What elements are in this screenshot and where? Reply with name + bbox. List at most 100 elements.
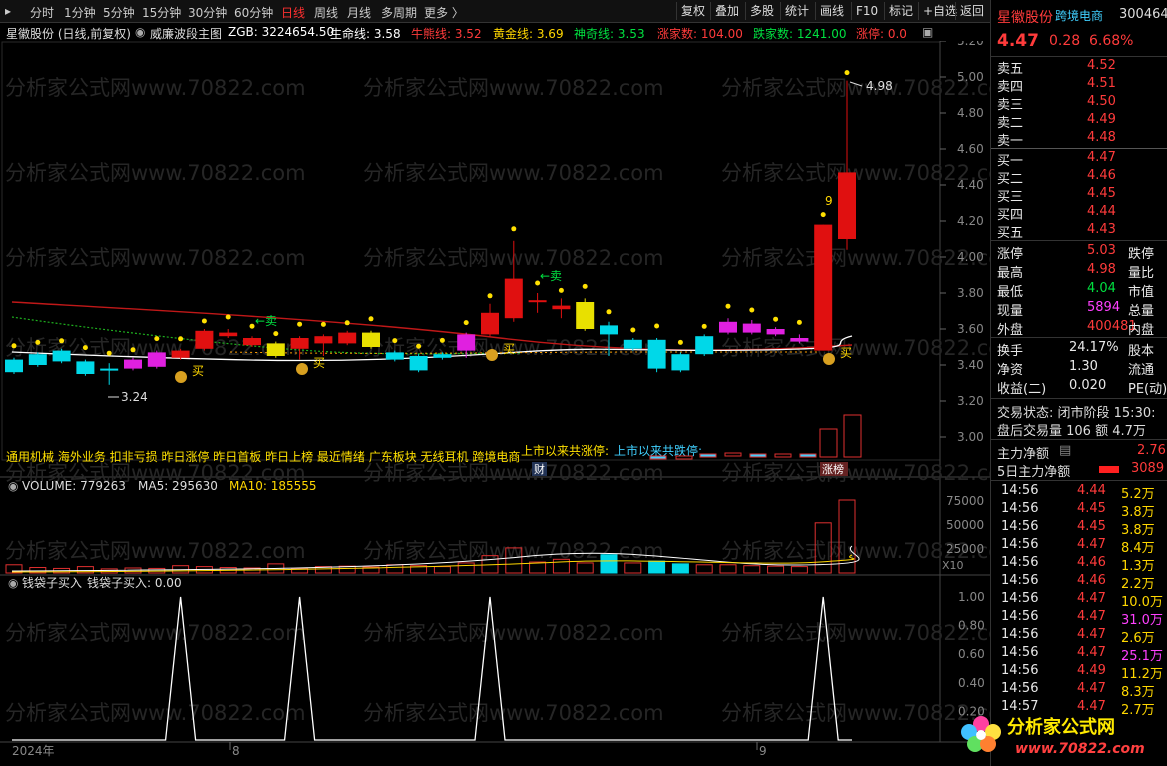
tick-volume: 1.3万 [1121, 559, 1155, 574]
signal-dot [844, 70, 850, 76]
watermark-text: 分析家公式网www.70822.com [5, 701, 306, 725]
stat-row: 收益(二) 0.020 PE(动) [997, 378, 1167, 397]
tab-period-weekly[interactable]: 周线 [314, 4, 338, 21]
indicator-info-bar: 星徽股份 (日线,前复权) ◉ 威廉波段主图 ZGB: 3224654.50 生… [0, 23, 990, 41]
stat-label: 涨停 [997, 247, 1024, 262]
stat-label-2: PE(动) [1128, 382, 1167, 397]
main-net-icon[interactable]: ▤ [1059, 443, 1071, 458]
tab-period-monthly[interactable]: 月线 [347, 4, 371, 21]
finance-badge: 财 [534, 462, 545, 476]
life-line-value: 生命线: 3.58 [330, 27, 401, 41]
tab-period-more[interactable]: 更多 〉 [424, 4, 464, 21]
signal-dot [178, 336, 184, 342]
quote-price-row: 4.47 0.28 6.68% [997, 31, 1162, 53]
tab-period-multi[interactable]: 多周期 [381, 4, 417, 21]
signal-dot [154, 336, 160, 342]
signal-dot [606, 309, 612, 315]
flower-logo-icon [961, 716, 1001, 752]
tick-time: 14:56 [1001, 537, 1039, 552]
tab-period-5min[interactable]: 5分钟 [103, 4, 135, 21]
main-net-row[interactable]: 主力净额 ▤ 2.76 [997, 443, 1166, 462]
price-axis-label: 3.00 [957, 430, 984, 444]
tick-time: 14:56 [1001, 627, 1039, 642]
candle-body [100, 368, 119, 371]
button-draw[interactable]: 画线 [815, 2, 848, 20]
watermark-text: 分析家公式网www.70822.com [363, 461, 664, 485]
indicator-toggle-icon[interactable]: ◉ [135, 25, 145, 39]
tab-period-fenshi[interactable]: 分时 [30, 4, 54, 21]
quote-concept[interactable]: 跨境电商 [1055, 7, 1103, 24]
tick-price: 4.47 [1077, 537, 1106, 552]
tick-price: 4.44 [1077, 483, 1106, 498]
candle-body [195, 330, 214, 349]
tick-time: 14:56 [1001, 573, 1039, 588]
ask-row: 卖二 4.49 [997, 112, 1162, 131]
candle-body [362, 332, 380, 347]
volume-ratio-mark [799, 453, 817, 458]
buy-signal-label: 买 [503, 342, 515, 356]
watermark-text: 分析家公式网www.70822.com [363, 701, 664, 725]
tab-period-15min[interactable]: 15分钟 [142, 4, 181, 21]
tick-row: 14:56 4.47 2.6万 [997, 627, 1162, 646]
candle-body [5, 359, 23, 373]
ask-price: 4.52 [1087, 58, 1116, 73]
tab-period-daily[interactable]: 日线 [281, 4, 305, 21]
stat-row: 换手 24.17% 股本 [997, 340, 1162, 359]
main-net-label: 主力净额 [997, 447, 1050, 462]
signal-dot [201, 318, 207, 324]
signal-dot [820, 212, 826, 218]
watermark-text: 分析家公式网www.70822.com [5, 161, 306, 185]
button-multi-stock[interactable]: 多股 [745, 2, 778, 20]
button-back[interactable]: 返回 [955, 2, 988, 20]
signal-dot [773, 316, 779, 322]
signal-dot [511, 226, 517, 232]
trading-status: 交易状态: 闭市阶段 15:30: [997, 402, 1162, 421]
volume-bar [671, 563, 689, 574]
five-day-net-row[interactable]: 5日主力净额 3089 [997, 461, 1164, 480]
button-mark[interactable]: 标记 [884, 2, 917, 20]
price-axis-label: 4.40 [957, 178, 984, 192]
tab-period-60min[interactable]: 60分钟 [234, 4, 273, 21]
tick-price: 4.47 [1077, 627, 1106, 642]
signal-dot [344, 320, 350, 326]
button-stats[interactable]: 统计 [780, 2, 813, 20]
kline-chart-area[interactable]: 分析家公式网www.70822.com 分析家公式网www.70822.com 分析… [0, 41, 990, 766]
price-axis-label: 3.40 [957, 358, 984, 372]
tab-period-30min[interactable]: 30分钟 [188, 4, 227, 21]
zgb-value: ZGB: 3224654.50 [228, 25, 335, 39]
signal-dot [82, 345, 88, 351]
volume-bar [695, 564, 713, 574]
watermark-text: 分析家公式网www.70822.com [5, 76, 306, 100]
ask-row: 卖四 4.51 [997, 76, 1162, 95]
stock-title: 星徽股份 (日线,前复权) [6, 27, 131, 41]
button-f10[interactable]: F10 [851, 2, 882, 20]
tick-volume: 2.6万 [1121, 631, 1155, 646]
after-hours: 盘后交易量 106 额 4.7万 [997, 420, 1162, 439]
quote-stock-name: 星徽股份 [997, 10, 1053, 26]
stat-row: 涨停 5.03 跌停 [997, 243, 1162, 262]
signal-dot [368, 316, 374, 322]
signal-dot [725, 303, 731, 309]
indicator-name[interactable]: 威廉波段主图 [150, 25, 222, 42]
limit-up-value: 涨停: 0.0 [856, 27, 907, 41]
price-axis-label: 3.80 [957, 286, 984, 300]
tick-price: 4.46 [1077, 573, 1106, 588]
stat-label: 收益(二) [997, 382, 1047, 397]
bear-line-value: 牛熊线: 3.52 [411, 27, 482, 41]
signal-dot [558, 287, 564, 293]
bid-label: 买四 [997, 208, 1024, 223]
tick-volume: 25.1万 [1121, 649, 1163, 664]
tick-volume: 8.3万 [1121, 685, 1155, 700]
tab-period-1min[interactable]: 1分钟 [64, 4, 96, 21]
button-overlay[interactable]: 叠加 [710, 2, 743, 20]
rise-count-value: 涨家数: 104.00 [657, 27, 743, 41]
candle-body [695, 336, 714, 355]
panel-menu-icon[interactable]: ▣ [922, 25, 933, 39]
time-axis-month: 8 [232, 744, 240, 758]
button-fuquan[interactable]: 复权 [676, 2, 709, 20]
tick-time: 14:56 [1001, 645, 1039, 660]
period-menu-icon[interactable]: ▸ [5, 4, 11, 18]
price-axes: 5.20 5.00 4.80 4.60 4.40 4.20 4.00 3.80 3.60 3.40… [12, 41, 984, 758]
quote-last-price: 4.47 [997, 31, 1039, 51]
signal-dot [487, 293, 493, 299]
